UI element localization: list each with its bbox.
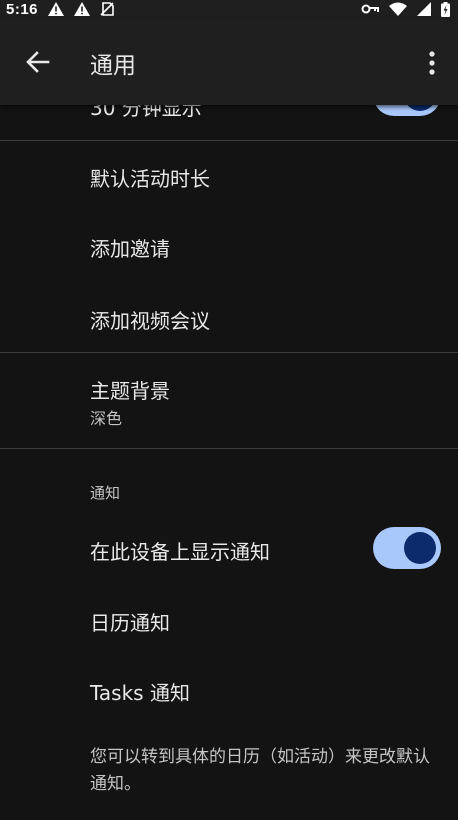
setting-row-add-video-conferencing[interactable]: 添加视频会议: [0, 281, 458, 352]
setting-row-default-duration[interactable]: 默认活动时长: [0, 141, 458, 211]
page-title: 通用: [90, 53, 136, 79]
setting-label: 添加视频会议: [90, 309, 210, 333]
warning-icon: [48, 2, 65, 16]
notifications-footer-text: 您可以转到具体的日历（如活动）来更改默认通知。: [90, 747, 430, 794]
vpn-key-icon: [361, 4, 379, 14]
notifications-section-header: 通知: [90, 484, 121, 502]
setting-row-show-notifications[interactable]: 在此设备上显示通知: [0, 513, 458, 585]
more-vert-icon: [429, 51, 435, 75]
switch-thumb: [404, 532, 436, 564]
app-bar: 通用: [0, 18, 458, 105]
toggle-show-notifications[interactable]: [373, 527, 441, 569]
status-right: [361, 1, 450, 17]
status-left: 5:16: [6, 1, 114, 18]
setting-row-tasks-notifications[interactable]: Tasks 通知: [0, 655, 458, 725]
back-button[interactable]: [22, 46, 54, 78]
signal-icon: [417, 2, 431, 16]
setting-label: 添加邀请: [90, 237, 170, 261]
setting-row-theme[interactable]: 主题背景 深色: [0, 353, 458, 448]
setting-label: 在此设备上显示通知: [90, 540, 270, 564]
battery-charging-icon: [441, 1, 450, 17]
setting-label: 默认活动时长: [90, 167, 210, 191]
setting-label: 主题背景: [90, 379, 170, 403]
setting-label: 日历通知: [90, 611, 170, 635]
warning-icon: [74, 2, 91, 16]
setting-row-calendar-notifications[interactable]: 日历通知: [0, 585, 458, 655]
theme-value: 深色: [90, 409, 123, 428]
wifi-icon: [389, 2, 407, 16]
arrow-back-icon: [26, 51, 50, 73]
setting-label: Tasks 通知: [90, 681, 190, 705]
status-time: 5:16: [6, 0, 39, 18]
setting-row-add-invitations[interactable]: 添加邀请: [0, 211, 458, 281]
divider: [0, 448, 458, 449]
status-bar: 5:16: [0, 0, 458, 18]
no-sim-icon: [100, 2, 114, 16]
more-options-button[interactable]: [420, 48, 444, 78]
